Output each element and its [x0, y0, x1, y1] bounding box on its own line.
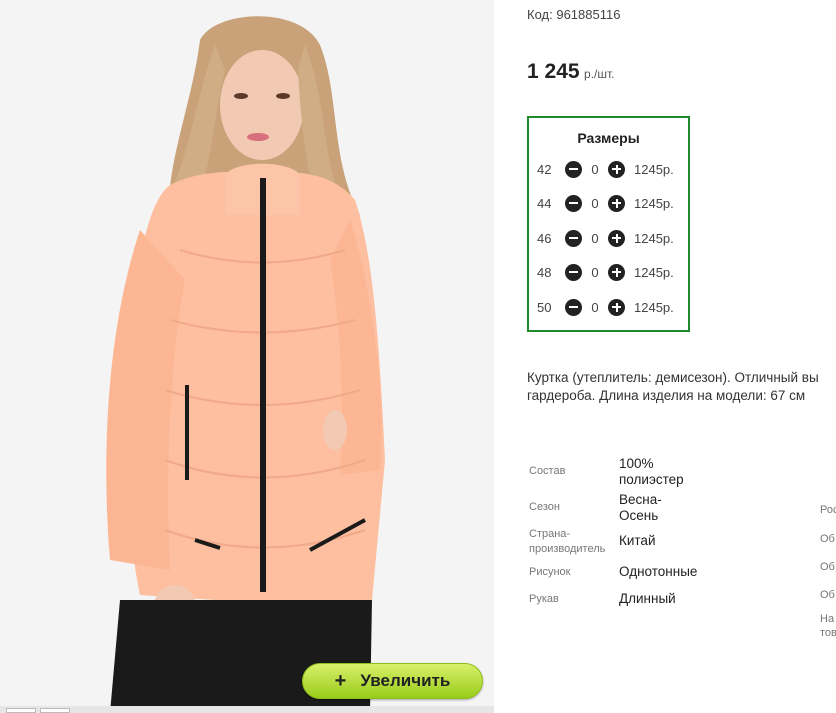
spec-label: Рисунок	[529, 566, 571, 578]
plus-icon[interactable]	[608, 160, 625, 178]
minus-icon[interactable]	[565, 194, 582, 212]
product-description: Куртка (утеплитель: демисезон). Отличный…	[527, 369, 836, 405]
zoom-button[interactable]: + Увеличить	[302, 663, 483, 699]
spec-label: Сезон	[529, 501, 560, 513]
minus-icon[interactable]	[565, 229, 582, 247]
size-row: 46 0 1245р.	[537, 228, 674, 248]
size-price: 1245р.	[634, 230, 674, 246]
spec-value: Китай	[619, 533, 656, 548]
spec-label: Рукав	[529, 593, 559, 605]
plus-icon: +	[334, 670, 347, 692]
product-photo[interactable]: + Увеличить	[0, 0, 494, 713]
size-row: 50 0 1245р.	[537, 297, 674, 317]
description-line: гардероба. Длина изделия на модели: 67 с…	[527, 388, 806, 403]
price-unit: р./шт.	[584, 67, 615, 81]
plus-icon[interactable]	[608, 194, 625, 212]
size-row: 42 0 1245р.	[537, 159, 674, 179]
size-label: 48	[537, 264, 552, 280]
spec-label-cut: На	[820, 613, 835, 625]
quantity-value[interactable]: 0	[582, 300, 608, 315]
quantity-value[interactable]: 0	[582, 231, 608, 246]
spec-value: 100% полиэстер	[619, 456, 684, 487]
thumbnail[interactable]	[40, 708, 70, 713]
size-label: 42	[537, 161, 552, 177]
spec-value: Однотонные	[619, 564, 698, 579]
sizes-panel: Размеры 42 0 1245р. 44 0 1245р. 46 0 124…	[527, 116, 690, 332]
quantity-value[interactable]: 0	[582, 196, 608, 211]
spec-value: Длинный	[619, 591, 676, 606]
description-line: Куртка (утеплитель: демисезон). Отличный…	[527, 370, 819, 385]
size-label: 50	[537, 299, 552, 315]
size-price: 1245р.	[634, 161, 674, 177]
minus-icon[interactable]	[565, 160, 582, 178]
product-code: Код: 961885116	[527, 7, 620, 22]
photo-bottom-strip	[0, 706, 494, 713]
size-label: 44	[537, 195, 552, 211]
price-value: 1 245	[527, 60, 580, 83]
spec-value: Весна-Осень	[619, 492, 662, 523]
size-price: 1245р.	[634, 264, 674, 280]
size-label: 46	[537, 230, 552, 246]
size-price: 1245р.	[634, 195, 674, 211]
product-code-value: 961885116	[556, 7, 621, 22]
product-code-label: Код:	[527, 7, 553, 22]
quantity-value[interactable]: 0	[582, 265, 608, 280]
spec-label: Состав	[529, 465, 566, 477]
spec-label: Страна-производитель	[529, 528, 606, 555]
spec-label-cut: Об	[820, 533, 835, 545]
plus-icon[interactable]	[608, 263, 625, 281]
spec-label-cut: Рос	[820, 504, 836, 516]
quantity-value[interactable]: 0	[582, 162, 608, 177]
spec-label-cut: Об	[820, 561, 835, 573]
minus-icon[interactable]	[565, 263, 582, 281]
minus-icon[interactable]	[565, 298, 582, 316]
plus-icon[interactable]	[608, 229, 625, 247]
product-image	[106, 16, 386, 713]
plus-icon[interactable]	[608, 298, 625, 316]
product-price: 1 245 р./шт.	[527, 60, 614, 84]
thumbnail[interactable]	[6, 708, 36, 713]
sizes-title: Размеры	[577, 130, 640, 146]
size-row: 48 0 1245р.	[537, 262, 674, 282]
zoom-button-label: Увеличить	[360, 671, 451, 690]
size-price: 1245р.	[634, 299, 674, 315]
size-row: 44 0 1245р.	[537, 193, 674, 213]
spec-label-cut: тов	[820, 627, 836, 639]
spec-label-cut: Об	[820, 589, 835, 601]
